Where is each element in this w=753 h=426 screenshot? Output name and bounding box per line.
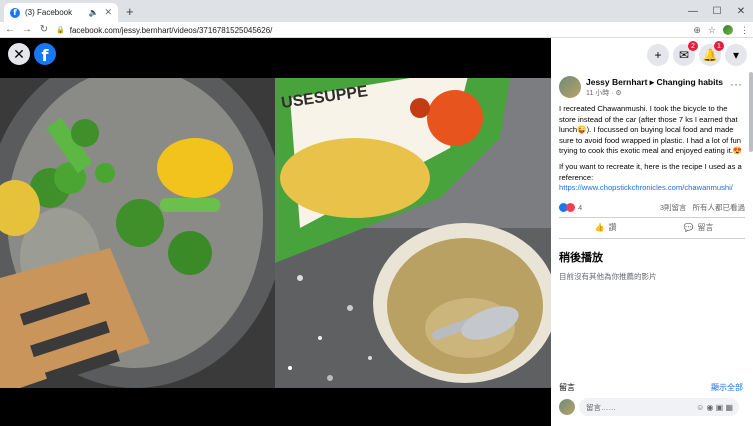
messenger-icon: ✉ xyxy=(678,48,690,62)
maximize-icon[interactable]: ☐ xyxy=(705,0,729,22)
window-controls: — ☐ ✕ xyxy=(681,0,753,22)
header-icons: + ✉ 2 🔔 1 ▾ xyxy=(551,38,753,72)
video-viewer: USESUPPE ✕ f xyxy=(0,38,551,426)
reaction-bar: 4 3則留言 所有人都已看過 xyxy=(551,196,753,217)
forward-icon[interactable]: → xyxy=(20,24,34,35)
chevron-down-icon: ▾ xyxy=(732,48,740,62)
browser-tab[interactable]: f (3) Facebook 🔈 ✕ xyxy=(4,3,118,22)
tab-close-icon[interactable]: ✕ xyxy=(104,7,112,18)
back-icon[interactable]: ← xyxy=(3,24,17,35)
messenger-button[interactable]: ✉ 2 xyxy=(673,41,698,66)
post-actions: 👍 讚 💬 留言 xyxy=(559,216,745,239)
notifications-badge: 1 xyxy=(714,41,724,51)
post-paragraph-2: If you want to recreate it, here is the … xyxy=(559,161,742,182)
window-close-icon[interactable]: ✕ xyxy=(729,0,753,22)
post-side-panel: + ✉ 2 🔔 1 ▾ Jessy Bernhart ▸ Changing habi… xyxy=(551,38,753,426)
plus-icon: + xyxy=(654,48,662,62)
post-paragraph-1: I recreated Chawanmushi. I took the bicy… xyxy=(559,104,743,156)
comment-input[interactable]: 留言…… ☺ ◉ ▣ ▦ xyxy=(579,398,739,416)
tab-title: (3) Facebook xyxy=(25,8,73,17)
account-button[interactable]: ▾ xyxy=(725,44,747,66)
speaker-icon[interactable]: 🔈 xyxy=(88,8,98,17)
comment-icon: 💬 xyxy=(683,223,694,233)
like-button[interactable]: 👍 讚 xyxy=(559,222,652,233)
reaction-count[interactable]: 4 xyxy=(578,203,582,212)
arrow-right-icon: ▸ xyxy=(649,76,655,87)
bookmark-star-icon[interactable]: ☆ xyxy=(708,25,716,36)
comments-label: 留言 xyxy=(559,383,575,392)
notifications-button[interactable]: 🔔 1 xyxy=(699,41,724,66)
video-frame: USESUPPE xyxy=(0,48,551,388)
scrollbar[interactable] xyxy=(749,72,753,152)
toolbar-right: ⊕ ☆ ⋮ xyxy=(693,22,749,38)
author-avatar[interactable] xyxy=(559,76,581,98)
author-name[interactable]: Jessy Bernhart xyxy=(586,77,647,87)
address-bar[interactable]: 🔒 facebook.com/jessy.bernhart/videos/371… xyxy=(56,23,696,37)
recipe-link[interactable]: https://www.chopstickchronicles.com/chaw… xyxy=(559,183,733,192)
post-time[interactable]: 11 小時 · ⚙ xyxy=(586,88,723,98)
post-meta: Jessy Bernhart ▸ Changing habits 11 小時 ·… xyxy=(586,77,723,98)
seen-by: 所有人都已看過 xyxy=(692,202,746,212)
watch-later-empty: 目前沒有其他為你推薦的影片 xyxy=(559,271,657,281)
facebook-logo-icon[interactable]: f xyxy=(34,43,56,65)
facebook-favicon-icon: f xyxy=(10,7,20,18)
post-header: Jessy Bernhart ▸ Changing habits 11 小時 ·… xyxy=(551,72,753,102)
video-player[interactable]: USESUPPE xyxy=(0,48,551,388)
post-author-line: Jessy Bernhart ▸ Changing habits xyxy=(586,77,723,88)
messenger-badge: 2 xyxy=(688,41,698,51)
new-tab-button[interactable]: + xyxy=(126,4,134,19)
composer-icons[interactable]: ☺ ◉ ▣ ▦ xyxy=(696,403,733,412)
reload-icon[interactable]: ↻ xyxy=(37,24,51,35)
user-avatar[interactable] xyxy=(559,399,575,415)
minimize-icon[interactable]: — xyxy=(681,0,705,22)
close-viewer-button[interactable]: ✕ xyxy=(8,43,30,65)
watch-later-title: 稍後播放 xyxy=(559,251,603,264)
create-button[interactable]: + xyxy=(647,44,669,66)
post-body: I recreated Chawanmushi. I took the bicy… xyxy=(551,102,753,196)
soup-bowl xyxy=(373,223,551,383)
profile-avatar[interactable] xyxy=(723,25,733,35)
comment-composer: 留言…… ☺ ◉ ▣ ▦ xyxy=(559,398,739,416)
comment-count[interactable]: 3則留言 xyxy=(660,202,687,213)
comment-button[interactable]: 💬 留言 xyxy=(652,222,745,233)
browser-toolbar: ← → ↻ 🔒 facebook.com/jessy.bernhart/vide… xyxy=(0,22,753,38)
lock-icon: 🔒 xyxy=(56,27,65,34)
zoom-icon[interactable]: ⊕ xyxy=(693,25,701,36)
see-all-comments-link[interactable]: 顯示全部 xyxy=(711,382,743,393)
url-text[interactable]: facebook.com/jessy.bernhart/videos/37167… xyxy=(70,26,273,35)
more-options-icon[interactable]: ··· xyxy=(727,78,745,96)
thumbs-up-icon: 👍 xyxy=(594,223,605,233)
browser-menu-icon[interactable]: ⋮ xyxy=(740,25,749,36)
group-name[interactable]: Changing habits xyxy=(656,77,723,87)
like-label: 讚 xyxy=(608,223,617,233)
comment-label: 留言 xyxy=(697,223,714,233)
browser-tab-bar: f (3) Facebook 🔈 ✕ + — ☐ ✕ xyxy=(0,0,753,22)
comment-placeholder: 留言…… xyxy=(586,402,616,412)
love-reaction-icon xyxy=(566,202,575,212)
comments-header: 留言 顯示全部 xyxy=(559,382,743,393)
